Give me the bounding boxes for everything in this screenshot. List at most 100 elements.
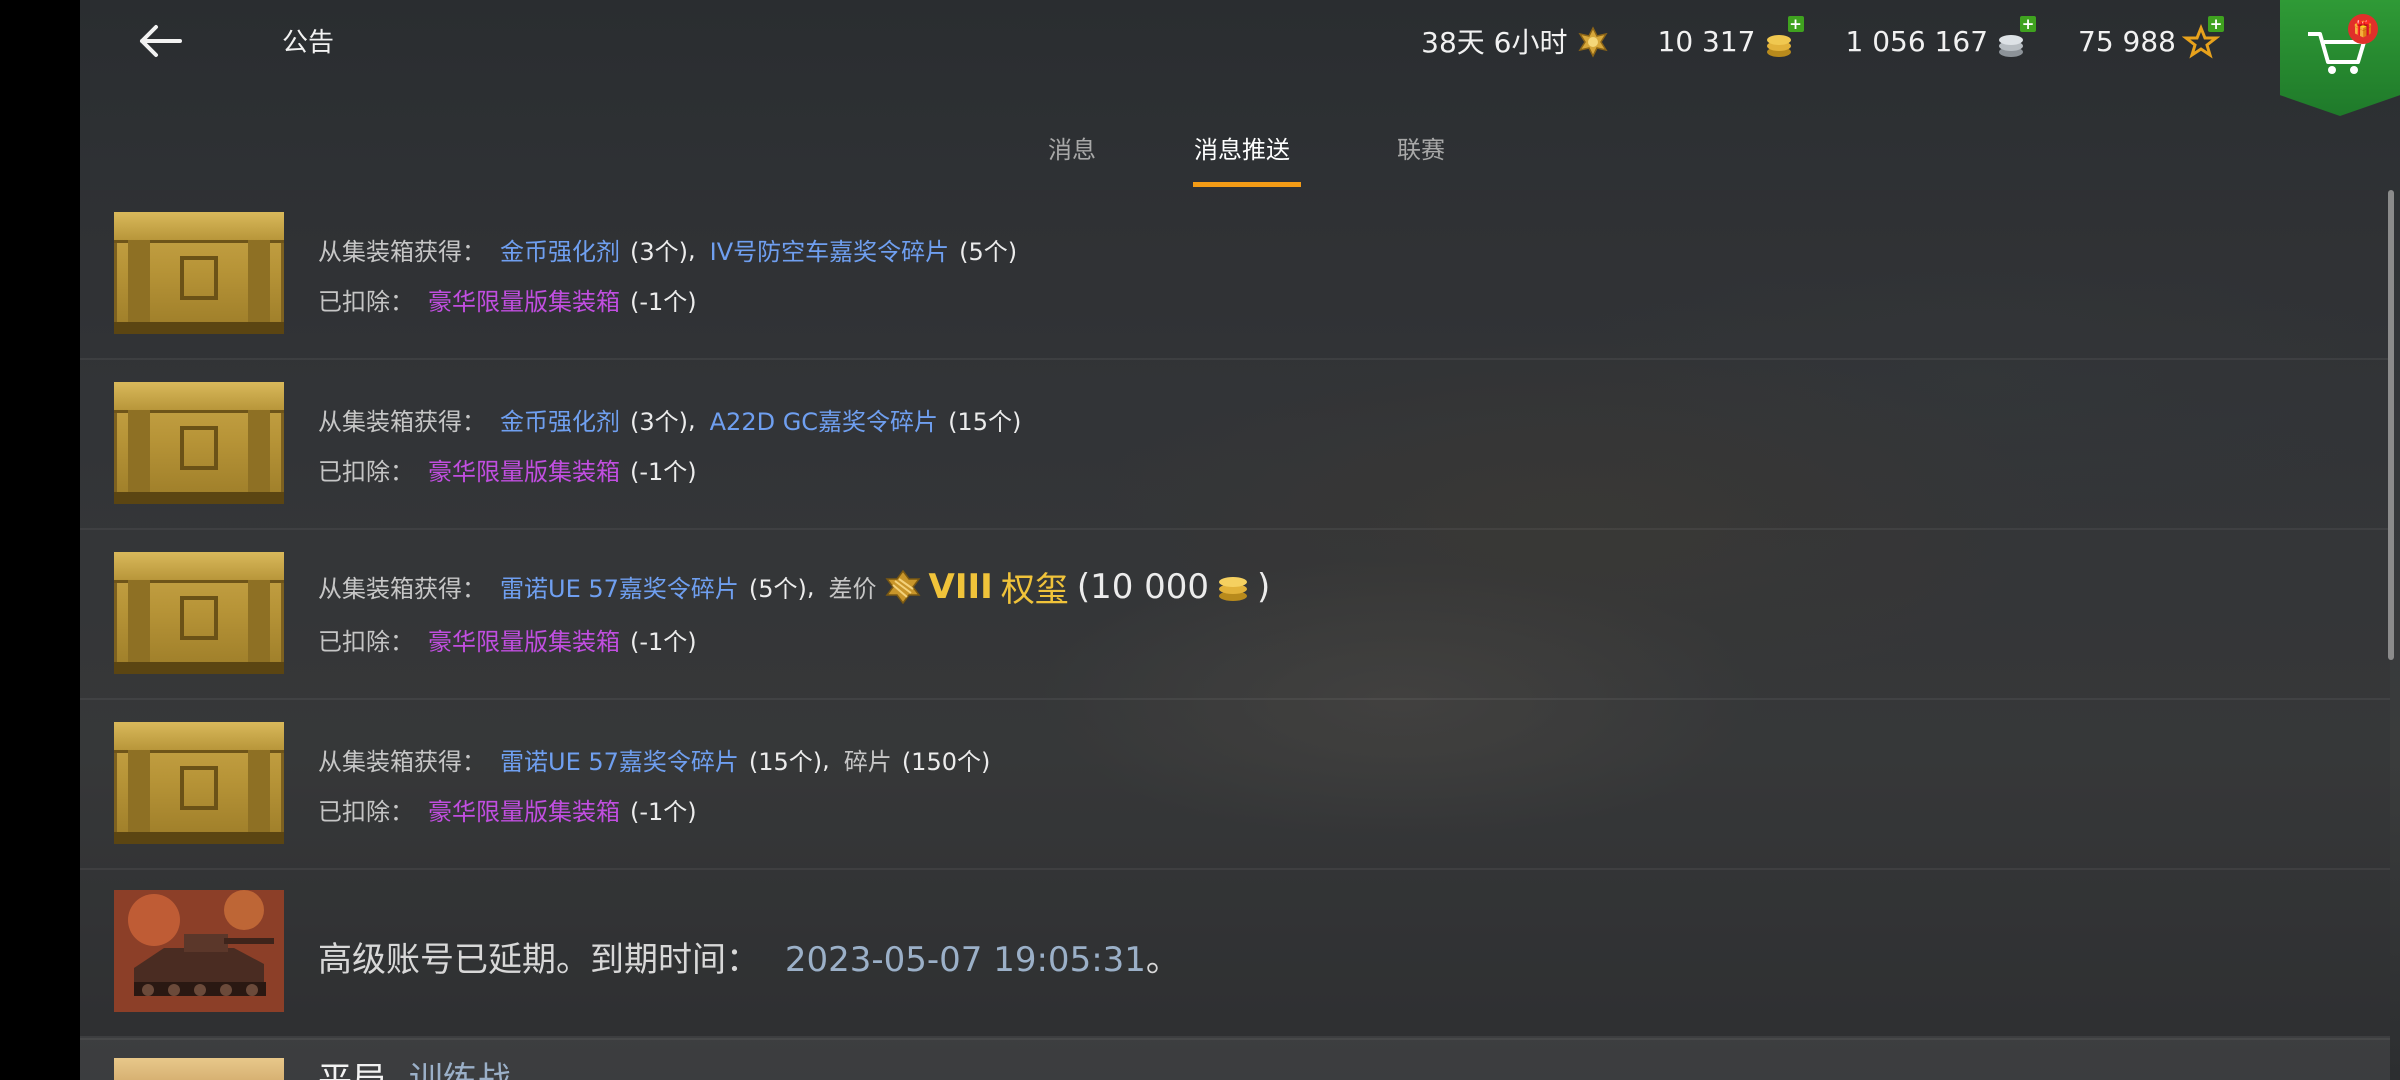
free-xp-value: 75 988 (2078, 24, 2176, 58)
separator: , (688, 405, 696, 434)
price-difference-value: (10 000 (1076, 566, 1210, 607)
deducted-item-name: 豪华限量版集装箱 (428, 628, 620, 656)
deducted-item-name: 豪华限量版集装箱 (428, 288, 620, 316)
obtained-label: 从集装箱获得： (318, 748, 486, 776)
gold-coins-icon: + (1762, 16, 1804, 60)
message-item[interactable]: 从集装箱获得： 雷诺UE 57嘉奖令碎片 (5个) , 差价 VIII 权玺 (… (80, 530, 2390, 700)
reward-item-name: 雷诺UE 57嘉奖令碎片 (500, 575, 739, 603)
gift-badge-icon: 🎁 (2348, 14, 2378, 44)
price-difference-close: ) (1257, 566, 1271, 607)
tab-messages[interactable]: 消息 (1048, 130, 1096, 165)
reward-line: 从集装箱获得： 雷诺UE 57嘉奖令碎片 (5个) , 差价 VIII 权玺 (… (318, 562, 1270, 611)
free-xp-balance[interactable]: 75 988 + (2078, 16, 2224, 60)
container-crate-image (114, 212, 284, 334)
tank-tier: VIII (928, 566, 993, 607)
container-crate-image (114, 552, 284, 674)
deducted-item-qty: (-1个) (630, 628, 697, 656)
deducted-item-qty: (-1个) (630, 798, 697, 826)
message-list[interactable]: 从集装箱获得： 金币强化剂 (3个) , IV号防空车嘉奖令碎片 (5个) 已扣… (80, 190, 2390, 1080)
separator: , (688, 235, 696, 264)
add-free-xp-icon[interactable]: + (2208, 16, 2224, 32)
left-black-bar (0, 0, 80, 1080)
resource-bar: 38天 6小时 10 317 + 1 056 167 + 75 988 + (1421, 16, 2224, 64)
reward-item-name: A22D GC嘉奖令碎片 (709, 408, 939, 436)
deducted-line: 已扣除： 豪华限量版集装箱 (-1个) (318, 622, 697, 657)
gold-coin-icon (1215, 572, 1251, 602)
reward-item-qty: (150个) (901, 748, 991, 776)
deducted-label: 已扣除： (318, 628, 414, 656)
container-crate-image (114, 382, 284, 504)
reward-item-qty: (3个) (630, 408, 688, 436)
message-item[interactable]: 平局 训练战 (80, 1036, 2390, 1080)
tab-bar: 消息 消息推送 联赛 (80, 118, 2400, 188)
reward-item-name: 雷诺UE 57嘉奖令碎片 (500, 748, 739, 776)
battle-result-title: 平局 训练战 (318, 1052, 511, 1080)
tab-league[interactable]: 联赛 (1397, 130, 1445, 165)
deducted-line: 已扣除： 豪华限量版集装箱 (-1个) (318, 282, 697, 317)
message-item[interactable]: 高级账号已延期。到期时间： 2023-05-07 19:05:31。 (80, 870, 2390, 1040)
premium-account-icon (1574, 22, 1612, 60)
deducted-label: 已扣除： (318, 798, 414, 826)
deducted-item-name: 豪华限量版集装箱 (428, 458, 620, 486)
page-title: 公告 (282, 28, 335, 58)
back-arrow-icon (140, 25, 182, 57)
obtained-label: 从集装箱获得： (318, 408, 486, 436)
obtained-label: 从集装箱获得： (318, 575, 486, 603)
notices-screen: 公告 38天 6小时 10 317 + 1 056 167 + 75 988 +… (80, 0, 2400, 1080)
reward-item-qty: (15个) (948, 408, 1022, 436)
tier-emblem-icon (883, 569, 923, 605)
add-gold-icon[interactable]: + (1787, 16, 1804, 32)
reward-item-qty: (15个) (748, 748, 823, 776)
reward-item-name: 碎片 (843, 748, 892, 776)
tab-push-messages[interactable]: 消息推送 (1194, 130, 1290, 165)
add-credits-icon[interactable]: + (2020, 16, 2037, 32)
deducted-label: 已扣除： (318, 288, 414, 316)
premium-notice-end: 。 (1145, 940, 1180, 980)
premium-expiry-date: 2023-05-07 19:05:31 (784, 940, 1146, 980)
message-item[interactable]: 从集装箱获得： 金币强化剂 (3个) , IV号防空车嘉奖令碎片 (5个) 已扣… (80, 190, 2390, 360)
back-button[interactable] (130, 16, 190, 66)
reward-line: 从集装箱获得： 雷诺UE 57嘉奖令碎片 (15个) , 碎片 (150个) (318, 742, 990, 777)
price-difference-label: 差价 (828, 575, 877, 603)
reward-line: 从集装箱获得： 金币强化剂 (3个) , A22D GC嘉奖令碎片 (15个) (318, 402, 1021, 437)
tank-battle-image (114, 890, 284, 1012)
reward-item-name: 金币强化剂 (500, 408, 620, 436)
tank-name: 权玺 (1000, 570, 1069, 610)
gold-balance-value: 10 317 (1657, 24, 1756, 58)
message-item[interactable]: 从集装箱获得： 雷诺UE 57嘉奖令碎片 (15个) , 碎片 (150个) 已… (80, 700, 2390, 870)
separator: , (806, 572, 815, 601)
deducted-label: 已扣除： (318, 458, 414, 486)
reward-item-qty: (5个) (748, 575, 807, 603)
deducted-line: 已扣除： 豪华限量版集装箱 (-1个) (318, 792, 697, 827)
premium-extended-notice: 高级账号已延期。到期时间： 2023-05-07 19:05:31。 (318, 932, 1180, 981)
active-tab-indicator (1193, 182, 1301, 187)
deducted-item-qty: (-1个) (630, 288, 697, 316)
list-scrollbar[interactable] (2388, 190, 2394, 660)
obtained-label: 从集装箱获得： (318, 238, 486, 266)
premium-time[interactable]: 38天 6小时 (1421, 21, 1611, 61)
gold-balance[interactable]: 10 317 + (1657, 16, 1804, 60)
message-item[interactable]: 从集装箱获得： 金币强化剂 (3个) , A22D GC嘉奖令碎片 (15个) … (80, 360, 2390, 530)
deducted-item-qty: (-1个) (630, 458, 697, 486)
credits-balance-value: 1 056 167 (1845, 24, 1989, 58)
battle-result: 平局 (318, 1060, 386, 1080)
top-bar: 公告 38天 6小时 10 317 + 1 056 167 + 75 988 +… (80, 0, 2400, 116)
reward-line: 从集装箱获得： 金币强化剂 (3个) , IV号防空车嘉奖令碎片 (5个) (318, 232, 1017, 267)
deducted-item-name: 豪华限量版集装箱 (428, 798, 620, 826)
battle-thumbnail-image (114, 1058, 284, 1080)
reward-item-name: IV号防空车嘉奖令碎片 (709, 238, 950, 266)
silver-credits-icon: + (1994, 16, 2037, 60)
reward-item-qty: (5个) (959, 238, 1018, 266)
deducted-line: 已扣除： 豪华限量版集装箱 (-1个) (318, 452, 697, 487)
container-crate-image (114, 722, 284, 844)
reward-item-name: 金币强化剂 (500, 238, 620, 266)
battle-mode: 训练战 (408, 1060, 511, 1080)
shop-button[interactable]: 🎁 (2280, 0, 2400, 116)
free-xp-star-icon: + (2181, 16, 2224, 60)
reward-item-qty: (3个) (630, 238, 688, 266)
separator: , (822, 745, 830, 774)
credits-balance[interactable]: 1 056 167 + (1845, 16, 2037, 60)
premium-notice-text: 高级账号已延期。到期时间： (318, 940, 760, 980)
shop-cart-icon (2308, 32, 2366, 74)
premium-time-value: 38天 6小时 (1421, 26, 1568, 59)
